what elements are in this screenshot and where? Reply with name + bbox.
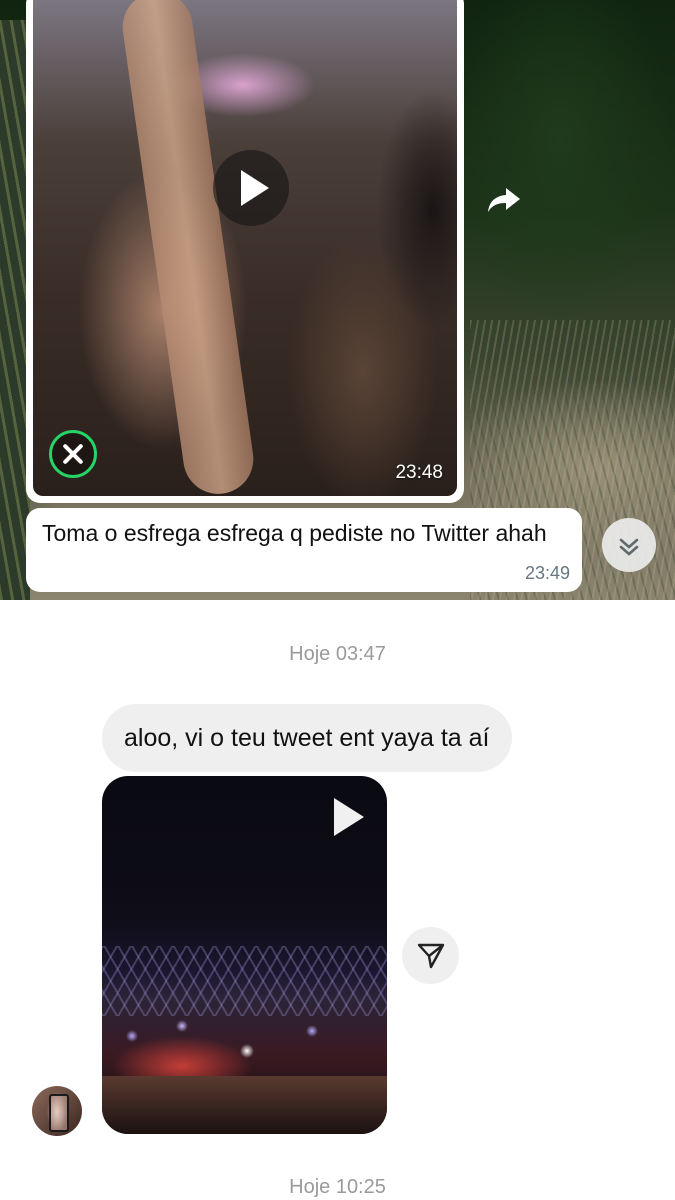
video-message-bubble[interactable]: 23:48 bbox=[26, 0, 464, 503]
date-separator: Hoje 03:47 bbox=[289, 643, 386, 665]
video-timestamp: 23:48 bbox=[395, 462, 443, 483]
video-crowd bbox=[102, 1076, 387, 1134]
video-stage-truss bbox=[102, 946, 387, 1016]
paper-plane-icon bbox=[417, 943, 445, 969]
sender-avatar[interactable] bbox=[32, 1086, 82, 1136]
scroll-down-button[interactable] bbox=[602, 518, 656, 572]
double-chevron-down-icon bbox=[619, 538, 639, 556]
message-text: Toma o esfrega esfrega q pediste no Twit… bbox=[42, 520, 547, 546]
share-button[interactable] bbox=[402, 927, 459, 984]
close-icon[interactable] bbox=[49, 430, 97, 478]
whatsapp-chat-screenshot: 23:48 Toma o esfrega esfrega q pediste n… bbox=[0, 0, 675, 600]
shared-video-message[interactable] bbox=[102, 776, 387, 1134]
text-message-bubble: Toma o esfrega esfrega q pediste no Twit… bbox=[26, 508, 582, 592]
date-separator: Hoje 10:25 bbox=[289, 1176, 386, 1198]
play-icon[interactable] bbox=[334, 798, 364, 836]
incoming-message-bubble: aloo, vi o teu tweet ent yaya ta aí bbox=[102, 704, 512, 772]
message-timestamp: 23:49 bbox=[524, 563, 570, 583]
video-thumbnail[interactable]: 23:48 bbox=[33, 0, 457, 496]
thumbnail-raised-arm bbox=[118, 0, 258, 496]
forward-arrow-icon[interactable] bbox=[486, 184, 522, 216]
play-icon[interactable] bbox=[213, 150, 289, 226]
message-text: aloo, vi o teu tweet ent yaya ta aí bbox=[124, 724, 490, 752]
video-stage-lights bbox=[102, 1016, 387, 1076]
